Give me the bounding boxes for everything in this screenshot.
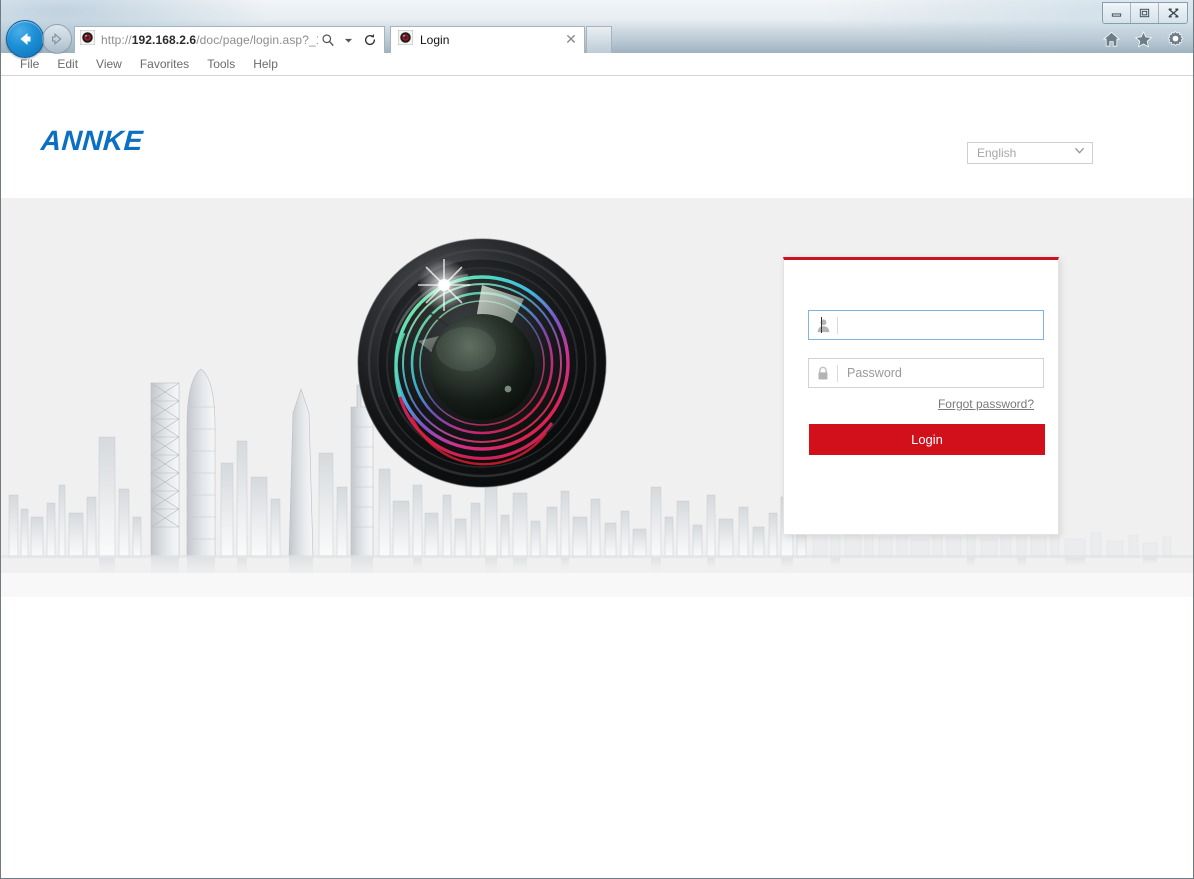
language-select[interactable]: English — [967, 142, 1093, 164]
gear-icon[interactable] — [1164, 28, 1186, 50]
annke-logo: ANNKE — [40, 125, 144, 157]
restore-button[interactable] — [1131, 3, 1159, 23]
login-button[interactable]: Login — [809, 424, 1045, 455]
camera-lens-favicon — [80, 30, 95, 50]
username-input[interactable] — [838, 312, 1043, 338]
menu-item-tools[interactable]: Tools — [198, 55, 244, 73]
close-icon — [1166, 7, 1181, 19]
text-cursor — [821, 317, 822, 333]
restore-icon — [1138, 7, 1151, 19]
forward-button[interactable] — [42, 24, 72, 54]
tab-title: Login — [420, 33, 562, 47]
minimize-icon — [1110, 7, 1123, 19]
site-header: ANNKE English — [1, 77, 1193, 198]
page-footer — [1, 597, 1193, 878]
menu-item-file[interactable]: File — [11, 55, 48, 73]
search-icon[interactable] — [318, 30, 337, 50]
menu-item-favorites[interactable]: Favorites — [131, 55, 198, 73]
hero-banner: Forgot password? Login — [1, 198, 1193, 597]
username-field-wrapper[interactable] — [808, 310, 1044, 340]
menu-bar: File Edit View Favorites Tools Help — [1, 53, 1193, 76]
star-icon[interactable] — [1132, 28, 1154, 50]
address-bar[interactable]: http://192.168.2.6/doc/page/login.asp?_1… — [74, 26, 385, 53]
password-input[interactable] — [838, 360, 1043, 386]
close-button[interactable] — [1159, 3, 1187, 23]
menu-item-edit[interactable]: Edit — [48, 55, 87, 73]
forgot-password-link[interactable]: Forgot password? — [938, 397, 1034, 411]
password-field-wrapper[interactable] — [808, 358, 1044, 388]
user-icon — [809, 311, 837, 339]
lock-icon — [809, 359, 837, 387]
browser-window: http://192.168.2.6/doc/page/login.asp?_1… — [0, 0, 1194, 879]
forward-arrow-icon — [49, 31, 65, 47]
close-icon[interactable]: ✕ — [562, 31, 580, 49]
login-panel: Forgot password? Login — [783, 257, 1059, 535]
refresh-icon[interactable] — [360, 30, 379, 50]
command-bar — [1100, 28, 1186, 50]
menu-item-view[interactable]: View — [87, 55, 131, 73]
minimize-button[interactable] — [1103, 3, 1131, 23]
address-text: http://192.168.2.6/doc/page/login.asp?_1… — [101, 33, 318, 47]
window-controls — [1102, 2, 1188, 24]
browser-tab[interactable]: Login ✕ — [390, 26, 585, 53]
chevron-down-icon[interactable] — [339, 30, 358, 50]
camera-lens-favicon — [398, 30, 413, 50]
language-select-label: English — [977, 146, 1073, 160]
address-host: 192.168.2.6 — [132, 33, 197, 47]
back-button[interactable] — [6, 20, 44, 58]
menu-item-help[interactable]: Help — [244, 55, 287, 73]
home-icon[interactable] — [1100, 28, 1122, 50]
back-arrow-icon — [15, 29, 35, 49]
new-tab-button[interactable] — [586, 26, 612, 53]
address-bar-icons — [318, 30, 384, 50]
chevron-down-icon — [1073, 144, 1086, 162]
camera-lens-illustration — [356, 237, 608, 489]
page-content: ANNKE English — [1, 77, 1193, 878]
address-path: /doc/page/login.asp?_16( — [196, 33, 318, 47]
